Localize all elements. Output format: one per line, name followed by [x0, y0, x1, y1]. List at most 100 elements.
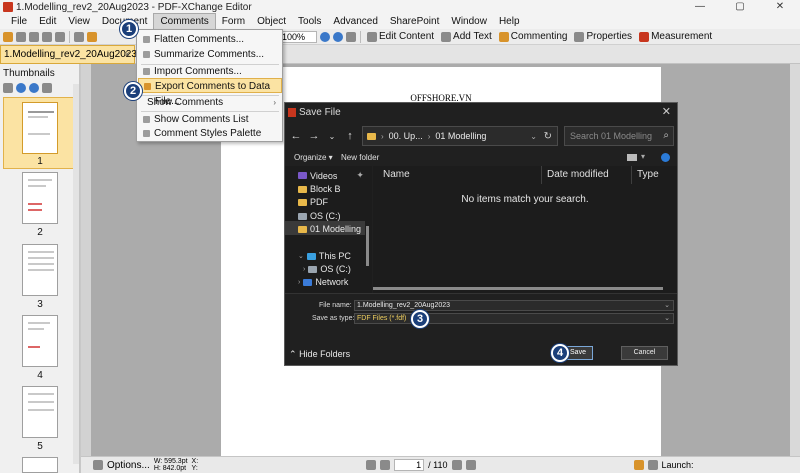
- address-bar[interactable]: › 00. Up... › 01 Modelling ⌄ ↻: [362, 126, 558, 146]
- nav-item-01-modelling[interactable]: 01 Modelling: [298, 224, 361, 234]
- nav-item-this-pc[interactable]: ⌄ This PC: [298, 251, 351, 261]
- thumbnails-scrollbar[interactable]: [73, 84, 79, 464]
- organize-button[interactable]: Organize ▾: [294, 153, 333, 162]
- hide-folders-button[interactable]: ⌃ Hide Folders: [289, 349, 350, 360]
- hand-tool-icon[interactable]: [74, 31, 84, 42]
- commenting-button[interactable]: Commenting: [497, 31, 570, 42]
- chevron-down-icon[interactable]: ⌄: [530, 132, 537, 141]
- nav-pane-scrollbar[interactable]: [366, 226, 369, 266]
- edit-content-button[interactable]: Edit Content: [365, 31, 436, 42]
- email-icon[interactable]: [42, 31, 52, 42]
- document-tab[interactable]: 1.Modelling_rev2_20Aug2023 ×: [0, 45, 137, 64]
- column-separator[interactable]: [631, 166, 632, 184]
- measurement-button[interactable]: Measurement: [637, 31, 714, 42]
- select-tool-icon[interactable]: [87, 31, 97, 42]
- chevron-down-icon[interactable]: ⌄: [664, 314, 670, 323]
- scan-icon[interactable]: [55, 31, 65, 42]
- print-icon[interactable]: [29, 31, 39, 42]
- save-icon[interactable]: [16, 31, 26, 42]
- fit-page-icon[interactable]: [346, 31, 356, 42]
- new-folder-button[interactable]: New folder: [341, 153, 379, 162]
- file-list-scrollbar[interactable]: [373, 287, 663, 290]
- menu-file[interactable]: File: [5, 14, 33, 29]
- menu-comments[interactable]: Comments: [153, 13, 216, 30]
- zoom-out-icon[interactable]: [320, 31, 330, 42]
- page-number-input[interactable]: 1: [394, 459, 425, 471]
- forward-arrow-icon[interactable]: →: [308, 130, 320, 142]
- next-page-icon[interactable]: [451, 460, 462, 470]
- page-layout-icon[interactable]: [633, 460, 644, 470]
- dialog-close-button[interactable]: ✕: [662, 103, 671, 122]
- nav-item-label: Network: [315, 277, 349, 287]
- view-options-icon[interactable]: [627, 154, 637, 161]
- refresh-icon[interactable]: ↻: [544, 131, 552, 142]
- first-page-icon[interactable]: [366, 460, 377, 470]
- menu-form[interactable]: Form: [216, 14, 251, 29]
- menu-tools[interactable]: Tools: [292, 14, 327, 29]
- nav-item-os-drive-2[interactable]: › OS (C:): [303, 264, 351, 274]
- view-dropdown-icon[interactable]: ▾: [641, 152, 645, 161]
- nav-item-pdf[interactable]: PDF: [298, 197, 328, 207]
- column-type[interactable]: Type: [637, 166, 659, 184]
- prev-page-icon[interactable]: [380, 460, 391, 470]
- zoom-in-icon[interactable]: [333, 31, 343, 42]
- breadcrumb-parent[interactable]: 00. Up...: [389, 131, 423, 141]
- minimize-button[interactable]: —: [680, 0, 720, 14]
- open-icon[interactable]: [3, 31, 13, 42]
- menu-view[interactable]: View: [62, 14, 96, 29]
- page-thumbnail-4[interactable]: [22, 315, 58, 367]
- options-button[interactable]: Options...: [107, 460, 150, 471]
- nav-item-videos[interactable]: Videos ✦: [298, 170, 364, 181]
- menu-help[interactable]: Help: [493, 14, 526, 29]
- back-arrow-icon[interactable]: ←: [290, 130, 302, 142]
- menu-object[interactable]: Object: [251, 14, 292, 29]
- menu-item-show-comments-list[interactable]: Show Comments List: [138, 112, 282, 127]
- page-thumbnail-5[interactable]: [22, 386, 58, 438]
- maximize-button[interactable]: ▢: [720, 0, 760, 14]
- thumbnail-options-icon[interactable]: [3, 83, 13, 93]
- dialog-search-input[interactable]: Search 01 Modelling ⌕: [564, 126, 674, 146]
- up-arrow-icon[interactable]: ↑: [344, 130, 356, 142]
- menu-item-import-comments[interactable]: Import Comments...: [138, 64, 282, 79]
- nav-item-network[interactable]: › Network: [298, 277, 348, 287]
- add-text-button[interactable]: Add Text: [439, 31, 494, 42]
- menu-edit[interactable]: Edit: [33, 14, 62, 29]
- menu-window[interactable]: Window: [445, 14, 493, 29]
- menu-item-summarize-comments[interactable]: Summarize Comments...: [138, 47, 282, 62]
- breadcrumb-current[interactable]: 01 Modelling: [435, 131, 486, 141]
- menu-item-export-comments[interactable]: Export Comments to Data File...: [138, 78, 282, 107]
- close-button[interactable]: ✕: [760, 0, 800, 14]
- column-separator[interactable]: [541, 166, 542, 184]
- save-type-select[interactable]: FDF Files (*.fdf) ⌄: [354, 313, 674, 324]
- file-name-input[interactable]: 1.Modelling_rev2_20Aug2023 ⌄: [354, 300, 674, 311]
- menu-item-show-comments[interactable]: Show Comments ›: [138, 95, 282, 110]
- menu-item-label: Show Comments List: [154, 114, 249, 125]
- videos-icon: [298, 172, 307, 179]
- menu-item-comment-styles-palette[interactable]: Comment Styles Palette: [138, 126, 282, 141]
- thumbnail-rotate-icon[interactable]: [42, 83, 52, 93]
- chevron-down-icon[interactable]: ⌄: [664, 301, 670, 310]
- thumbnail-zoom-in-icon[interactable]: [29, 83, 39, 93]
- recent-locations-icon[interactable]: ⌄: [326, 132, 338, 141]
- column-name[interactable]: Name: [383, 166, 410, 184]
- page-thumbnail-2[interactable]: [22, 172, 58, 224]
- thumbnail-zoom-out-icon[interactable]: [16, 83, 26, 93]
- nav-item-os-drive[interactable]: OS (C:): [298, 211, 341, 221]
- menu-sharepoint[interactable]: SharePoint: [384, 14, 445, 29]
- continuous-layout-icon[interactable]: [647, 460, 658, 470]
- help-icon[interactable]: [661, 153, 670, 162]
- nav-item-block-b[interactable]: Block B: [298, 184, 341, 194]
- column-date-modified[interactable]: Date modified: [547, 166, 609, 184]
- navigation-pane: Videos ✦ Block B PDF OS (C:) 01 Modelling…: [285, 166, 372, 293]
- page-thumbnail-6[interactable]: [22, 457, 58, 473]
- page-thumbnail-3[interactable]: [22, 244, 58, 296]
- page-thumbnail-1[interactable]: [22, 102, 58, 154]
- properties-button[interactable]: Properties: [572, 31, 634, 42]
- last-page-icon[interactable]: [465, 460, 476, 470]
- cancel-button[interactable]: Cancel: [621, 346, 668, 360]
- close-tab-icon[interactable]: ×: [125, 46, 130, 63]
- menu-advanced[interactable]: Advanced: [327, 14, 383, 29]
- menu-item-flatten-comments[interactable]: Flatten Comments...: [138, 32, 282, 47]
- zoom-input[interactable]: 100%: [279, 30, 317, 43]
- document-scrollbar[interactable]: [790, 64, 800, 456]
